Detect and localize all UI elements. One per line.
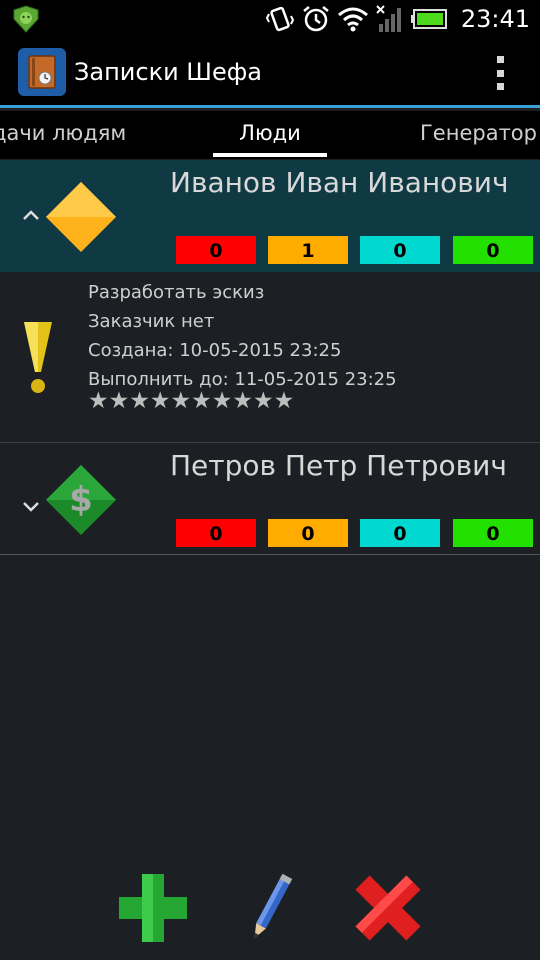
task-customer: Заказчик нет [88,311,215,332]
count-orange: 1 [268,236,348,264]
tab-bar: дачи людям Люди Генератор [0,111,540,159]
bottom-action-bar [0,860,540,960]
task-item[interactable]: Разработать эскиз Заказчик нет Создана: … [0,272,540,443]
dollar-diamond-icon: $ [44,463,118,537]
edit-pencil-icon [240,870,300,950]
tab-generator[interactable]: Генератор [420,121,537,145]
status-bar: 23:41 [0,0,540,38]
count-cyan: 0 [360,519,440,547]
count-red: 0 [176,519,256,547]
task-counts: 0 1 0 0 [176,236,534,266]
person-group-header[interactable]: Иванов Иван Иванович 0 1 0 0 [0,160,540,272]
count-green: 0 [453,519,533,547]
chevron-down-icon[interactable] [22,493,40,518]
tab-tasks-to-people[interactable]: дачи людям [0,121,126,145]
task-title: Разработать эскиз [88,282,265,303]
count-green: 0 [453,236,533,264]
signal-icon [375,4,405,34]
battery-icon [410,8,449,30]
app-notebook-icon[interactable] [18,48,66,96]
clock-time: 23:41 [460,5,530,33]
orange-diamond-icon [44,180,118,254]
app-screen: 23:41 Записки Шефа дачи людям Люди Генер… [0,0,540,960]
count-orange: 0 [268,519,348,547]
delete-icon [350,870,426,950]
wifi-icon [337,5,369,33]
tab-people[interactable]: Люди [213,121,327,145]
add-button[interactable] [113,870,193,950]
task-counts: 0 0 0 0 [176,519,534,549]
count-red: 0 [176,236,256,264]
android-guard-icon [12,5,40,33]
svg-text:$: $ [69,480,93,520]
task-details: Разработать эскиз Заказчик нет Создана: … [88,278,397,394]
person-name: Петров Петр Петрович [170,449,507,482]
edit-button[interactable] [230,870,310,950]
count-cyan: 0 [360,236,440,264]
app-title: Записки Шефа [74,58,262,86]
person-group-header[interactable]: $ Петров Петр Петрович 0 0 0 0 [0,443,540,555]
exclamation-priority-icon [22,322,54,396]
action-bar: Записки Шефа [0,38,540,108]
vibrate-icon [265,4,295,34]
task-created: Создана: 10-05-2015 23:25 [88,340,342,361]
tab-selected-indicator [213,153,327,157]
person-name: Иванов Иван Иванович [170,166,509,199]
task-rating-stars[interactable]: ★★★★★★★★★★ [88,390,294,413]
overflow-menu-icon[interactable] [490,56,510,90]
alarm-icon [301,4,331,34]
chevron-up-icon[interactable] [22,202,40,227]
delete-button[interactable] [348,870,428,950]
add-icon [115,870,191,950]
